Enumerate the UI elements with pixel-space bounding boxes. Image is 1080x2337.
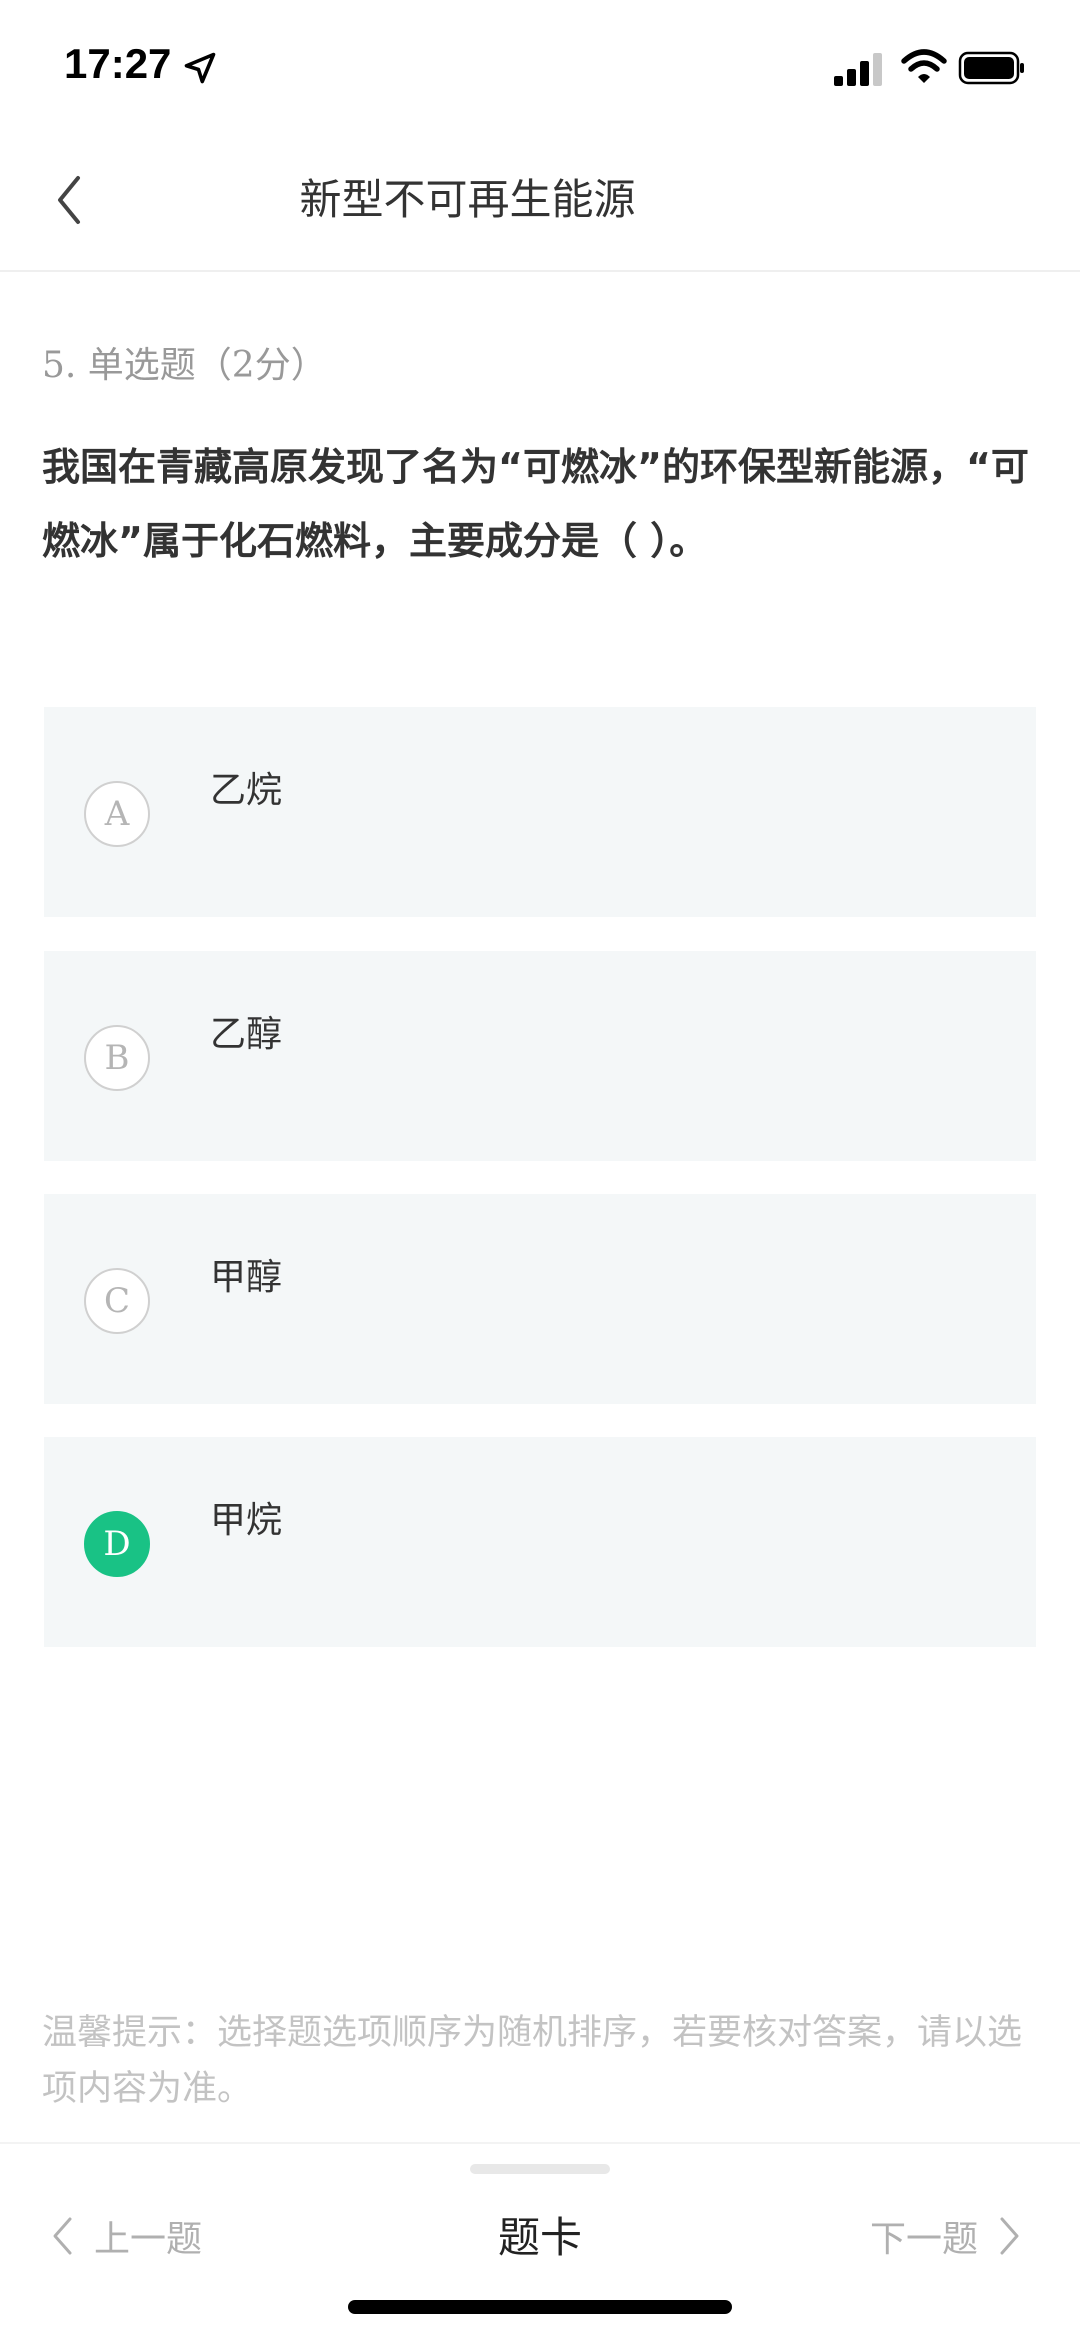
option-text: 乙醇 [210, 1014, 283, 1055]
question-card-button[interactable]: 题卡 [440, 2204, 640, 2265]
next-question-button[interactable]: 下一题 [870, 2206, 1022, 2266]
chevron-right-icon [1000, 2217, 1019, 2255]
option-letter-badge: C [84, 1268, 150, 1334]
option-letter-badge-selected: D [84, 1511, 150, 1577]
option-text: 甲醇 [210, 1257, 283, 1298]
page-title: 新型不可再生能源 [299, 175, 636, 224]
nav-bar: 新型不可再生能源 [0, 130, 1080, 272]
next-question-label: 下一题 [869, 2219, 978, 2260]
chevron-left-icon [53, 2217, 72, 2255]
option-letter-badge: B [84, 1025, 150, 1091]
status-bar: 17:27 [0, 0, 1080, 130]
prev-question-button[interactable]: 上一题 [50, 2206, 202, 2266]
option-d[interactable]: D 甲烷 [44, 1437, 1036, 1647]
option-c[interactable]: C 甲醇 [44, 1194, 1036, 1404]
option-a[interactable]: A 乙烷 [44, 707, 1036, 917]
prev-question-label: 上一题 [94, 2219, 203, 2260]
wifi-icon [901, 49, 947, 83]
option-b[interactable]: B 乙醇 [44, 951, 1036, 1161]
question-text: 我国在青藏高原发现了名为“可燃冰”的环保型新能源，“可燃冰”属于化石燃料，主要成… [42, 445, 1029, 563]
battery-icon [958, 51, 1024, 85]
drag-handle[interactable] [470, 2164, 610, 2174]
location-arrow-icon [184, 52, 216, 84]
option-letter-badge: A [84, 781, 150, 847]
option-text: 甲烷 [210, 1500, 283, 1541]
cellular-signal-icon [834, 53, 882, 86]
status-time: 17:27 [64, 40, 172, 87]
tip-text: 温馨提示：选择题选项顺序为随机排序，若要核对答案，请以选项内容为准。 [42, 2013, 1023, 2109]
question-type-label: 5. 单选题（2分） [42, 345, 327, 386]
home-indicator [348, 2300, 732, 2314]
quiz-page: 17:27 新型不可再生能源 5. 单选题（2分） 我国在青藏高原发现了名为“可… [0, 0, 1080, 2337]
option-text: 乙烷 [210, 770, 283, 811]
